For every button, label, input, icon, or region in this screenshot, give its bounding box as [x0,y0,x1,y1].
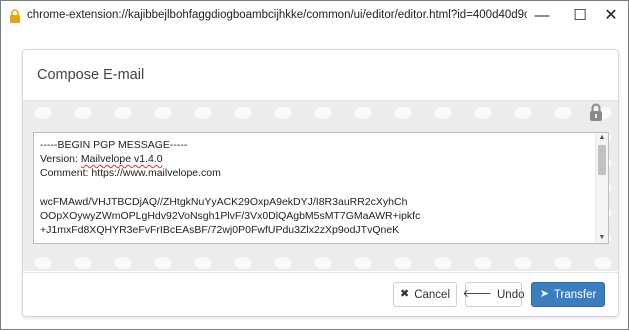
dialog-footer: ✖ Cancel 🡐 Undo ➤ Transfer [23,272,618,316]
editor-line: ​ [40,181,590,195]
editor-line: -----BEGIN PGP MESSAGE----- [40,139,188,151]
editor-line: +J1mxFd8XQHYR3eFvFrIBcEAsBF/72wj0P0FwfUP… [40,224,400,237]
transfer-button[interactable]: ➤ Transfer [531,282,605,307]
undo-button[interactable]: 🡐 Undo [462,282,525,307]
message-editor[interactable]: -----BEGIN PGP MESSAGE----- Version: Mail… [33,132,609,244]
scroll-down-icon[interactable]: ▼ [598,234,606,242]
editor-line: OOpXOywyZWmOPLgHdv92VoNsgh1PlvF/3Vx0DlQA… [40,210,421,223]
version-prefix: Version: [40,153,81,166]
url-text: chrome-extension://kajibbejlbohfaggdiogb… [27,9,527,21]
editor-line: Comment: https://www.mailvelope.com [40,167,221,180]
version-value: Mailvelope v1.4.0 [80,153,163,166]
close-icon: ✖ [399,288,410,300]
maximize-button[interactable]: ☐ [566,5,594,27]
editor-scrollbar[interactable]: ▲ ▼ [595,133,608,243]
page-title: Compose E-mail [37,67,145,83]
send-icon: ➤ [539,288,549,300]
browser-window: chrome-extension://kajibbejlbohfaggdiogb… [0,0,629,330]
lock-icon [10,9,20,23]
undo-label: Undo [497,288,525,301]
editor-content[interactable]: -----BEGIN PGP MESSAGE----- Version: Mail… [40,138,590,237]
scroll-thumb[interactable] [598,145,606,175]
title-bar: chrome-extension://kajibbejlbohfaggdiogb… [1,1,628,31]
cancel-label: Cancel [414,288,451,301]
compose-panel: Compose E-mail -----BEGIN PGP MESSAGE---… [22,49,619,317]
editor-line: Version: Mailvelope v1.4.0 [40,152,590,166]
transfer-label: Transfer [553,288,597,301]
close-window-button[interactable]: ✕ [597,5,625,27]
minimize-button[interactable]: — [528,5,556,27]
scroll-up-icon[interactable]: ▲ [598,134,606,142]
editor-line: wcFMAwd/VHJTBCDjAQ//ZHtgkNuYyACK29OxpA9e… [40,195,408,208]
cancel-button[interactable]: ✖ Cancel [393,282,457,307]
panel-header: Compose E-mail [23,50,618,101]
padlock-icon [590,103,602,121]
arrow-left-icon: 🡐 [462,288,493,300]
